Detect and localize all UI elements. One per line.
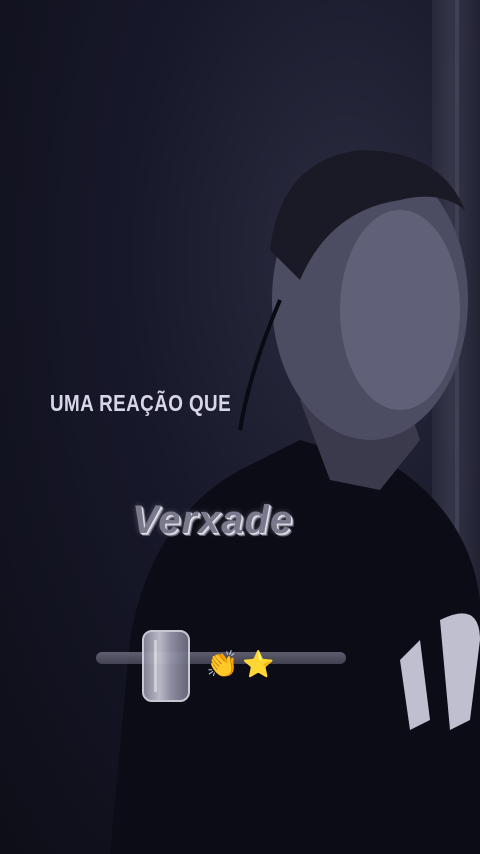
highlight-word: Verxade — [132, 498, 294, 542]
reaction-slider-knob[interactable] — [142, 630, 190, 702]
subtitle-caption: UMA REAÇÃO QUE — [50, 390, 232, 416]
video-frame: UMA REAÇÃO QUE Verxade 👏 ⭐ — [0, 0, 480, 854]
reaction-emojis: 👏 ⭐ — [206, 649, 275, 679]
star-icon: ⭐ — [242, 649, 275, 679]
clap-icon: 👏 — [206, 649, 239, 679]
speaker-silhouette — [110, 150, 480, 854]
